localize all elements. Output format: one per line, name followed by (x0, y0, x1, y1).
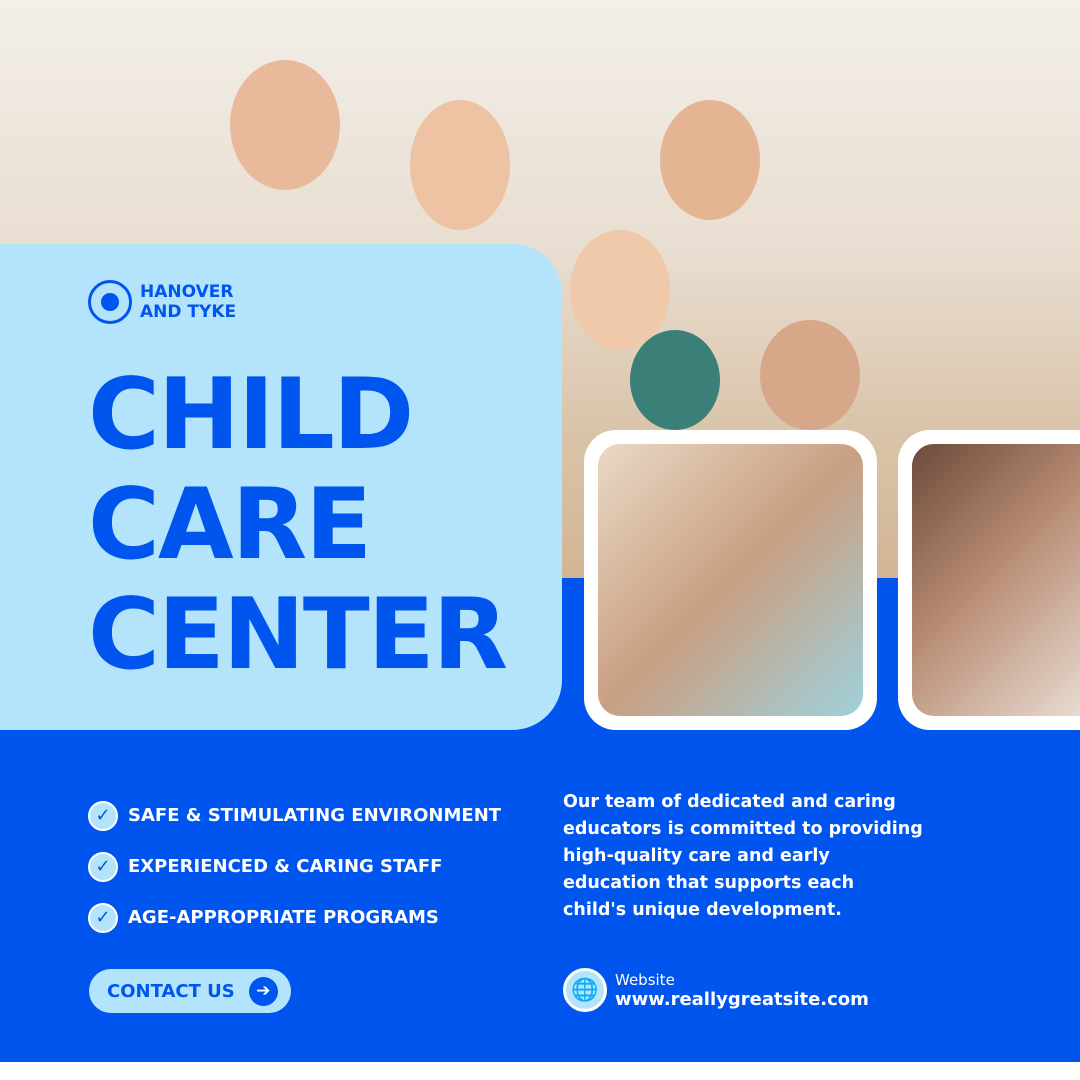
brand-name-line1: HANOVER (140, 282, 234, 302)
feature-label: SAFE & STIMULATING ENVIRONMENT (128, 805, 502, 826)
check-icon: ✓ (88, 902, 118, 933)
check-icon: ✓ (88, 851, 118, 882)
title-line1: CHILD (88, 358, 414, 472)
feature-label: EXPERIENCED & CARING STAFF (128, 856, 443, 877)
website-url-link[interactable]: www.reallygreatsite.com (615, 989, 869, 1010)
brand-logo: HANOVER AND TYKE (88, 280, 236, 324)
feature-item: ✓ SAFE & STIMULATING ENVIRONMENT (88, 790, 501, 841)
feature-list: ✓ SAFE & STIMULATING ENVIRONMENT ✓ EXPERIE… (88, 790, 501, 943)
feature-item: ✓ AGE-APPROPRIATE PROGRAMS (88, 892, 501, 943)
website-info: 🌐 Website www.reallygreatsite.com (563, 968, 869, 1012)
photo-card-mother-baby (898, 430, 1080, 730)
teacher-child-photo (598, 444, 863, 716)
brand-name-line2: AND TYKE (140, 302, 237, 322)
contact-us-label: CONTACT US (107, 980, 235, 1002)
website-label: Website (615, 970, 675, 989)
page-title: CHILD CARE CENTER (88, 358, 508, 692)
feature-label: AGE-APPROPRIATE PROGRAMS (128, 907, 439, 928)
arrow-right-icon: ➔ (248, 976, 278, 1006)
mother-baby-photo (912, 444, 1080, 716)
description-text: Our team of dedicated and caring educato… (563, 792, 923, 920)
globe-icon: 🌐 (563, 968, 607, 1012)
title-line3: CENTER (88, 578, 508, 692)
photo-card-teacher-child (584, 430, 877, 730)
mother-child-logo-icon (88, 280, 132, 324)
title-line2: CARE (88, 468, 372, 582)
check-icon: ✓ (88, 800, 118, 831)
feature-item: ✓ EXPERIENCED & CARING STAFF (88, 841, 501, 892)
contact-us-button[interactable]: CONTACT US ➔ (89, 969, 291, 1013)
